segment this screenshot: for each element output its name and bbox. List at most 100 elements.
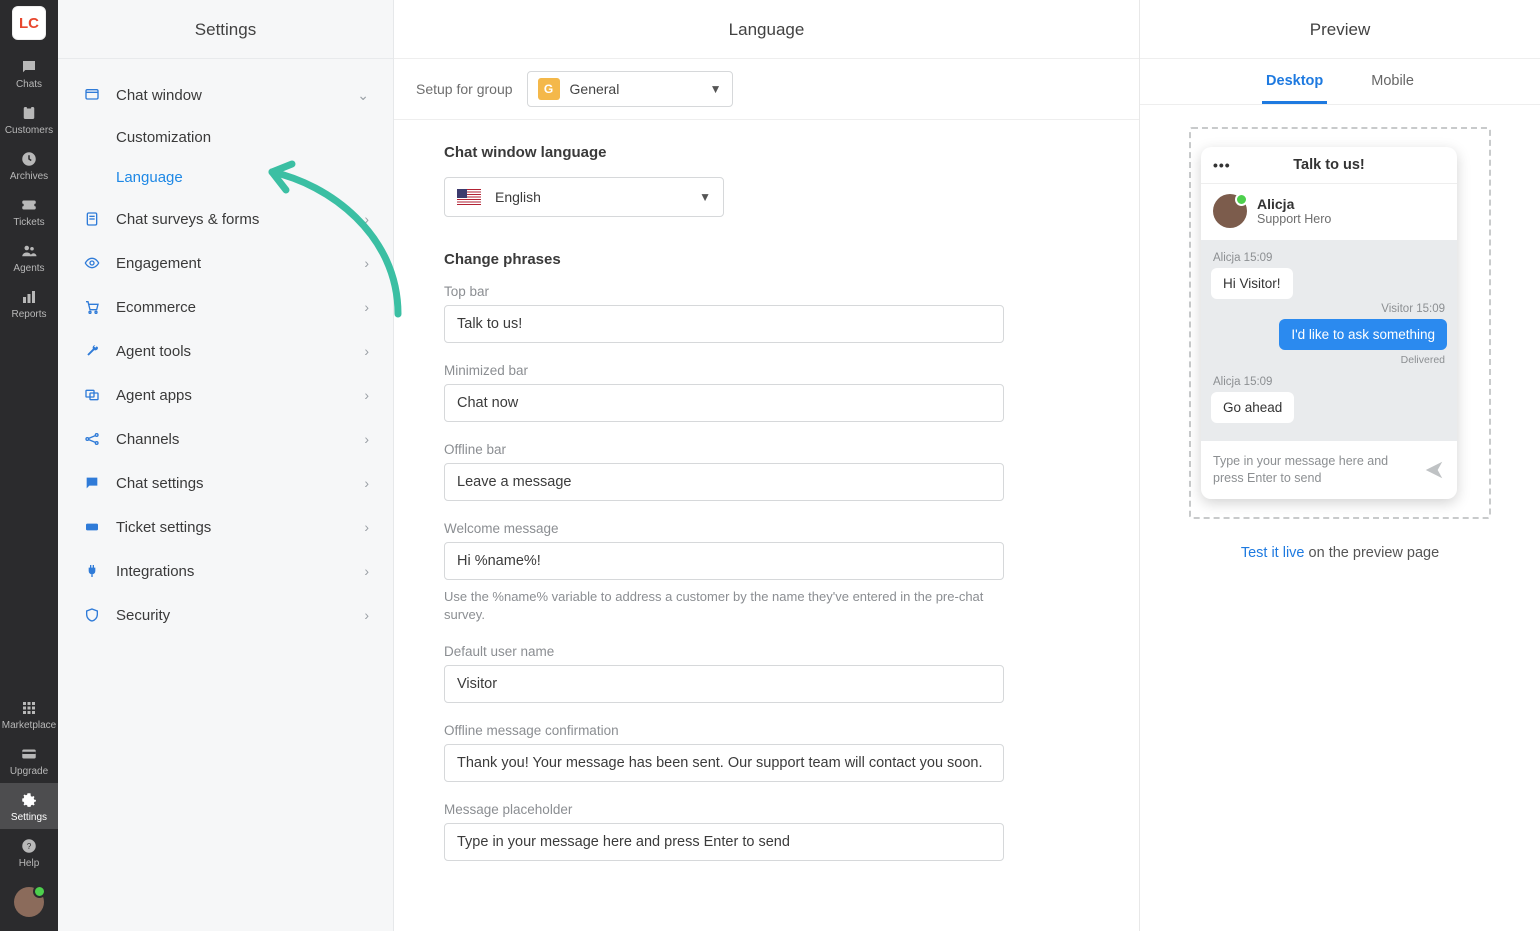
msg-meta: Alicja 15:09 <box>1213 376 1445 388</box>
rail-item-agents[interactable]: Agents <box>0 234 58 280</box>
tab-desktop[interactable]: Desktop <box>1262 59 1327 104</box>
agent-name: Alicja <box>1257 196 1331 212</box>
chevron-right-icon: › <box>364 387 369 403</box>
gear-icon <box>19 791 39 809</box>
msg-meta: Visitor 15:09 <box>1213 303 1445 315</box>
rail-item-help[interactable]: ? Help <box>0 829 58 875</box>
rail-label: Agents <box>13 263 44 274</box>
chat-title: Talk to us! <box>1239 157 1445 173</box>
input-minimized-bar[interactable] <box>444 384 1004 422</box>
rail-item-tickets[interactable]: Tickets <box>0 188 58 234</box>
sidebar-label: Ecommerce <box>116 299 364 316</box>
app-logo[interactable]: LC <box>12 6 46 40</box>
group-select[interactable]: G General ▼ <box>527 71 733 107</box>
chat-widget: ••• Talk to us! Alicja Support Hero <box>1201 147 1457 499</box>
msg-meta: Alicja 15:09 <box>1213 252 1445 264</box>
preview-title: Preview <box>1140 0 1540 59</box>
sidebar-item-ticket-settings[interactable]: Ticket settings › <box>72 505 379 549</box>
sidebar-label: Agent apps <box>116 387 364 404</box>
tab-mobile[interactable]: Mobile <box>1367 59 1418 104</box>
sidebar-label: Engagement <box>116 255 364 272</box>
sidebar-sub-language[interactable]: Language <box>116 157 379 197</box>
input-offline-conf[interactable] <box>444 744 1004 782</box>
sidebar-label: Integrations <box>116 563 364 580</box>
helper-welcome: Use the %name% variable to address a cus… <box>444 588 1004 624</box>
chat-input-area[interactable]: Type in your message here and press Ente… <box>1201 441 1457 499</box>
rail-item-customers[interactable]: Customers <box>0 96 58 142</box>
label-offline-bar: Offline bar <box>444 442 1089 457</box>
chevron-down-icon: ▼ <box>710 82 722 96</box>
rail-label: Marketplace <box>2 720 56 731</box>
ticket-icon <box>19 196 39 214</box>
card-icon <box>19 745 39 763</box>
sidebar-label: Security <box>116 607 364 624</box>
rail-label: Help <box>19 858 40 869</box>
rail-item-upgrade[interactable]: Upgrade <box>0 737 58 783</box>
sidebar-item-agent-apps[interactable]: Agent apps › <box>72 373 379 417</box>
msg-in: Go ahead <box>1211 392 1294 423</box>
customers-icon <box>19 104 39 122</box>
agent-avatar <box>1213 194 1247 228</box>
settings-sidebar: Settings Chat window ⌄ Customization Lan… <box>58 0 394 931</box>
eye-icon <box>82 255 102 271</box>
sidebar-item-chat-window[interactable]: Chat window ⌄ <box>72 73 379 117</box>
rail-item-settings[interactable]: Settings <box>0 783 58 829</box>
main-panel: Language Setup for group G General ▼ Cha… <box>394 0 1140 931</box>
agent-role: Support Hero <box>1257 212 1331 226</box>
input-top-bar[interactable] <box>444 305 1004 343</box>
label-offline-conf: Offline message confirmation <box>444 723 1089 738</box>
preview-frame: ••• Talk to us! Alicja Support Hero <box>1189 127 1491 519</box>
rail-item-archives[interactable]: Archives <box>0 142 58 188</box>
chevron-right-icon: › <box>364 607 369 623</box>
plug-icon <box>82 563 102 579</box>
sidebar-sub-customization[interactable]: Customization <box>116 117 379 157</box>
input-offline-bar[interactable] <box>444 463 1004 501</box>
input-placeholder[interactable] <box>444 823 1004 861</box>
chevron-right-icon: › <box>364 519 369 535</box>
chat-input-placeholder: Type in your message here and press Ente… <box>1213 453 1413 487</box>
language-select[interactable]: English ▼ <box>444 177 724 217</box>
user-avatar[interactable] <box>14 887 44 917</box>
sidebar-label: Language <box>116 169 369 186</box>
rail-item-reports[interactable]: Reports <box>0 280 58 326</box>
group-chip: G <box>538 78 560 100</box>
sidebar-item-chat-settings[interactable]: Chat settings › <box>72 461 379 505</box>
input-default-user[interactable] <box>444 665 1004 703</box>
group-selector-bar: Setup for group G General ▼ <box>394 59 1139 120</box>
menu-dots-icon[interactable]: ••• <box>1213 157 1239 173</box>
sidebar-item-security[interactable]: Security › <box>72 593 379 637</box>
preview-panel: Preview Desktop Mobile ••• Talk to us! <box>1140 0 1540 931</box>
chevron-right-icon: › <box>364 431 369 447</box>
chat-settings-icon <box>82 475 102 491</box>
sidebar-item-ecommerce[interactable]: Ecommerce › <box>72 285 379 329</box>
input-welcome[interactable] <box>444 542 1004 580</box>
sidebar-label: Customization <box>116 129 369 146</box>
section-change-phrases: Change phrases <box>444 251 1089 268</box>
sidebar-item-engagement[interactable]: Engagement › <box>72 241 379 285</box>
rail-label: Archives <box>10 171 48 182</box>
window-icon <box>82 87 102 103</box>
sidebar-item-surveys[interactable]: Chat surveys & forms › <box>72 197 379 241</box>
chevron-right-icon: › <box>364 563 369 579</box>
test-live-link[interactable]: Test it live <box>1241 545 1305 561</box>
ticket-settings-icon <box>82 519 102 535</box>
sidebar-item-agent-tools[interactable]: Agent tools › <box>72 329 379 373</box>
chevron-right-icon: › <box>364 299 369 315</box>
send-icon[interactable] <box>1423 459 1445 481</box>
label-welcome: Welcome message <box>444 521 1089 536</box>
rail-item-marketplace[interactable]: Marketplace <box>0 691 58 737</box>
sidebar-item-channels[interactable]: Channels › <box>72 417 379 461</box>
sidebar-item-integrations[interactable]: Integrations › <box>72 549 379 593</box>
svg-text:?: ? <box>27 842 32 851</box>
rail-label: Customers <box>5 125 53 136</box>
delivered-label: Delivered <box>1213 354 1445 366</box>
rail-label: Upgrade <box>10 766 48 777</box>
chevron-right-icon: › <box>364 211 369 227</box>
section-window-language: Chat window language <box>444 144 1089 161</box>
label-placeholder: Message placeholder <box>444 802 1089 817</box>
group-label: Setup for group <box>416 81 513 97</box>
chevron-down-icon: ▼ <box>699 190 711 204</box>
rail-label: Reports <box>11 309 46 320</box>
rail-item-chats[interactable]: Chats <box>0 50 58 96</box>
grid-icon <box>19 699 39 717</box>
